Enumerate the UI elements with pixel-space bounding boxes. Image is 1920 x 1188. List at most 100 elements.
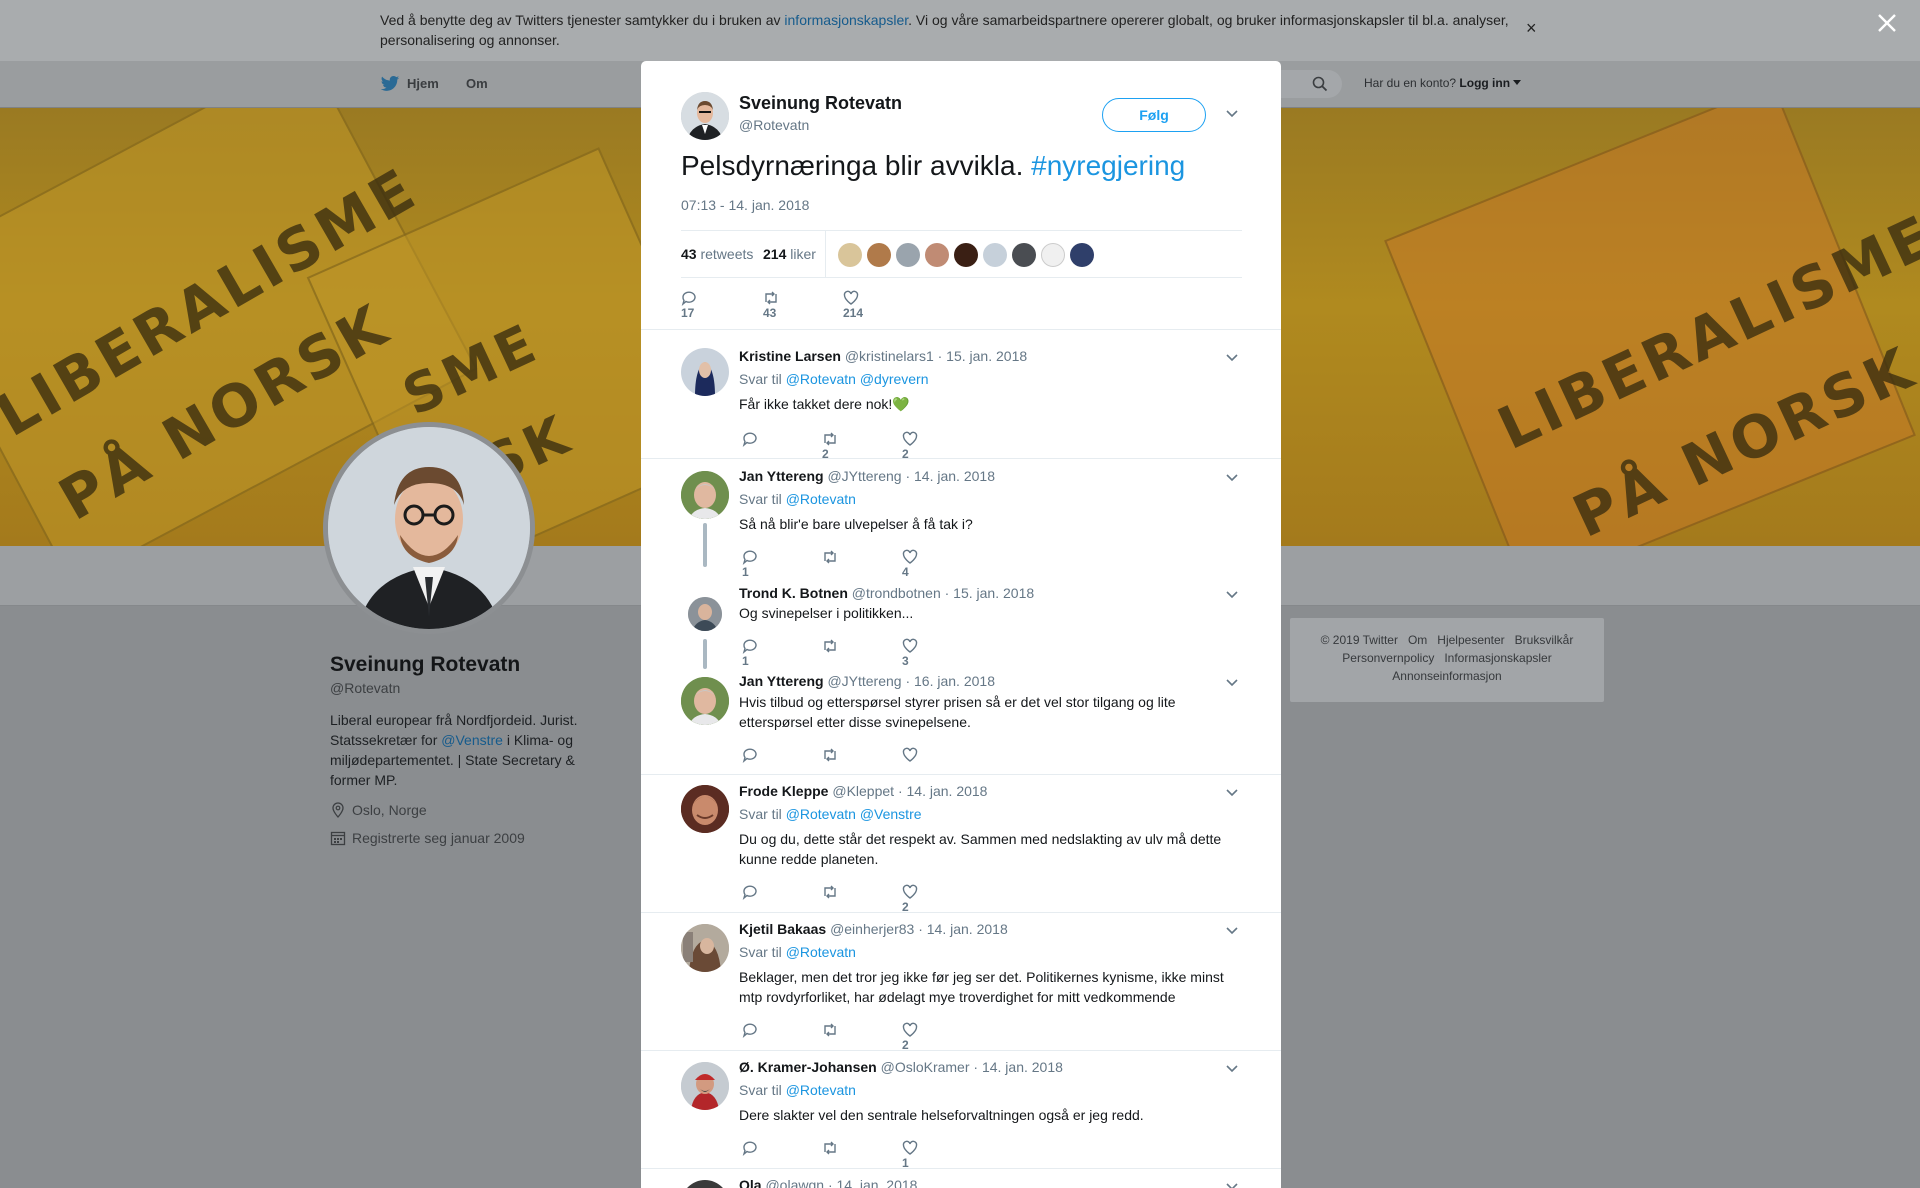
like-button[interactable] (902, 747, 926, 763)
reply-author-handle[interactable]: @kristinelars1 (845, 348, 934, 364)
reply-author-name[interactable]: Ola (739, 1177, 762, 1188)
hashtag-link[interactable]: #nyregjering (1031, 150, 1185, 181)
close-icon[interactable] (1876, 12, 1898, 34)
liker-avatar[interactable] (1070, 243, 1094, 267)
reply-date[interactable]: · 15. jan. 2018 (938, 348, 1028, 364)
like-button[interactable]: 2 (902, 884, 926, 914)
chevron-down-icon[interactable] (1226, 789, 1238, 797)
liker-avatar[interactable] (1012, 243, 1036, 267)
reply-avatar[interactable] (681, 785, 729, 833)
reply-button[interactable]: 1 (742, 638, 766, 668)
chevron-down-icon[interactable] (1226, 110, 1238, 118)
reply-author-name[interactable]: Kjetil Bakaas (739, 921, 826, 937)
liker-avatar[interactable] (867, 243, 891, 267)
reply-button[interactable]: 1 (742, 549, 766, 579)
retweet-button[interactable] (822, 747, 846, 763)
author-avatar[interactable] (681, 92, 729, 140)
profile-avatar[interactable] (323, 422, 535, 634)
like-button[interactable]: 1 (902, 1140, 926, 1170)
retweet-button[interactable]: 43 (763, 290, 787, 320)
liker-avatar[interactable] (954, 243, 978, 267)
reply-mention-link[interactable]: @Rotevatn (786, 1082, 856, 1098)
reply-avatar[interactable] (681, 471, 729, 519)
reply-mention-link[interactable]: @Rotevatn (786, 944, 856, 960)
reply-button[interactable] (742, 431, 766, 447)
bio-mention-link[interactable]: @Venstre (441, 732, 503, 748)
reply-author-handle[interactable]: @olawgn (765, 1177, 824, 1188)
reply-author-handle[interactable]: @JYttereng (827, 673, 901, 689)
reply-author-name[interactable]: Jan Yttereng (739, 673, 824, 689)
reply-avatar[interactable] (681, 1062, 729, 1110)
tweet-timestamp[interactable]: 07:13 - 14. jan. 2018 (681, 197, 809, 213)
follow-button[interactable]: Følg (1102, 98, 1206, 132)
reply-button[interactable] (742, 747, 766, 763)
liker-avatar[interactable] (983, 243, 1007, 267)
author-handle[interactable]: @Rotevatn (739, 117, 809, 133)
chevron-down-icon[interactable] (1226, 1065, 1238, 1073)
chevron-down-icon[interactable] (1226, 591, 1238, 599)
retweet-button[interactable] (822, 549, 846, 565)
chevron-down-icon[interactable] (1513, 80, 1522, 86)
search-icon[interactable] (1312, 76, 1328, 92)
footer-link[interactable]: Bruksvilkår (1515, 633, 1574, 647)
like-button[interactable]: 2 (902, 431, 926, 461)
reply-button[interactable] (742, 884, 766, 900)
reply-avatar[interactable] (688, 597, 722, 631)
reply-author-name[interactable]: Ø. Kramer-Johansen (739, 1059, 877, 1075)
like-stat[interactable]: 214 liker (763, 246, 816, 262)
login-link[interactable]: Logg inn (1459, 76, 1510, 90)
liker-avatar[interactable] (838, 243, 862, 267)
reply-author-handle[interactable]: @einherjer83 (830, 921, 914, 937)
reply-author-handle[interactable]: @trondbotnen (852, 585, 941, 601)
author-name[interactable]: Sveinung Rotevatn (739, 93, 902, 114)
reply-button[interactable] (742, 1140, 766, 1156)
nav-about[interactable]: Om (466, 76, 488, 91)
nav-home[interactable]: Hjem (407, 76, 439, 91)
cookie-link[interactable]: informasjonskapsler (784, 12, 908, 28)
footer-link[interactable]: Personvernpolicy (1342, 651, 1434, 665)
like-button[interactable]: 3 (902, 638, 926, 668)
retweet-button[interactable] (822, 1140, 846, 1156)
reply-mention-link[interactable]: @Rotevatn @dyrevern (786, 371, 929, 387)
liker-avatar[interactable] (1041, 243, 1065, 267)
reply-avatar[interactable] (681, 924, 729, 972)
reply-date[interactable]: · 14. jan. 2018 (918, 921, 1008, 937)
liker-avatar[interactable] (925, 243, 949, 267)
chevron-down-icon[interactable] (1226, 927, 1238, 935)
reply-mention-link[interactable]: @Rotevatn @Venstre (786, 806, 922, 822)
reply-button[interactable] (742, 1022, 766, 1038)
retweet-stat[interactable]: 43 retweets (681, 246, 753, 262)
reply-author-handle[interactable]: @OsloKramer (881, 1059, 970, 1075)
chevron-down-icon[interactable] (1226, 474, 1238, 482)
reply-author-name[interactable]: Kristine Larsen (739, 348, 841, 364)
reply-author-name[interactable]: Frode Kleppe (739, 783, 828, 799)
retweet-button[interactable] (822, 884, 846, 900)
like-button[interactable]: 214 (843, 290, 867, 320)
reply-date[interactable]: · 14. jan. 2018 (898, 783, 988, 799)
reply-date[interactable]: · 14. jan. 2018 (905, 468, 995, 484)
chevron-down-icon[interactable] (1226, 1183, 1238, 1188)
cookie-close-button[interactable]: × (1526, 18, 1537, 39)
reply-avatar[interactable] (681, 1180, 729, 1188)
reply-avatar[interactable] (681, 677, 729, 725)
reply-author-name[interactable]: Jan Yttereng (739, 468, 824, 484)
chevron-down-icon[interactable] (1226, 354, 1238, 362)
retweet-button[interactable]: 2 (822, 431, 846, 461)
reply-avatar[interactable] (681, 348, 729, 396)
footer-link[interactable]: Om (1408, 633, 1427, 647)
liker-avatar[interactable] (896, 243, 920, 267)
reply-mention-link[interactable]: @Rotevatn (786, 491, 856, 507)
like-button[interactable]: 4 (902, 549, 926, 579)
retweet-button[interactable] (822, 638, 846, 654)
footer-link[interactable]: Annonseinformasjon (1392, 669, 1501, 683)
twitter-bird-icon[interactable] (380, 75, 400, 93)
reply-author-name[interactable]: Trond K. Botnen (739, 585, 848, 601)
reply-date[interactable]: · 15. jan. 2018 (945, 585, 1035, 601)
reply-date[interactable]: · 16. jan. 2018 (905, 673, 995, 689)
footer-link[interactable]: Hjelpesenter (1437, 633, 1504, 647)
reply-author-handle[interactable]: @JYttereng (827, 468, 901, 484)
reply-author-handle[interactable]: @Kleppet (832, 783, 894, 799)
chevron-down-icon[interactable] (1226, 679, 1238, 687)
reply-button[interactable]: 17 (681, 290, 705, 320)
footer-link[interactable]: Informasjonskapsler (1444, 651, 1551, 665)
